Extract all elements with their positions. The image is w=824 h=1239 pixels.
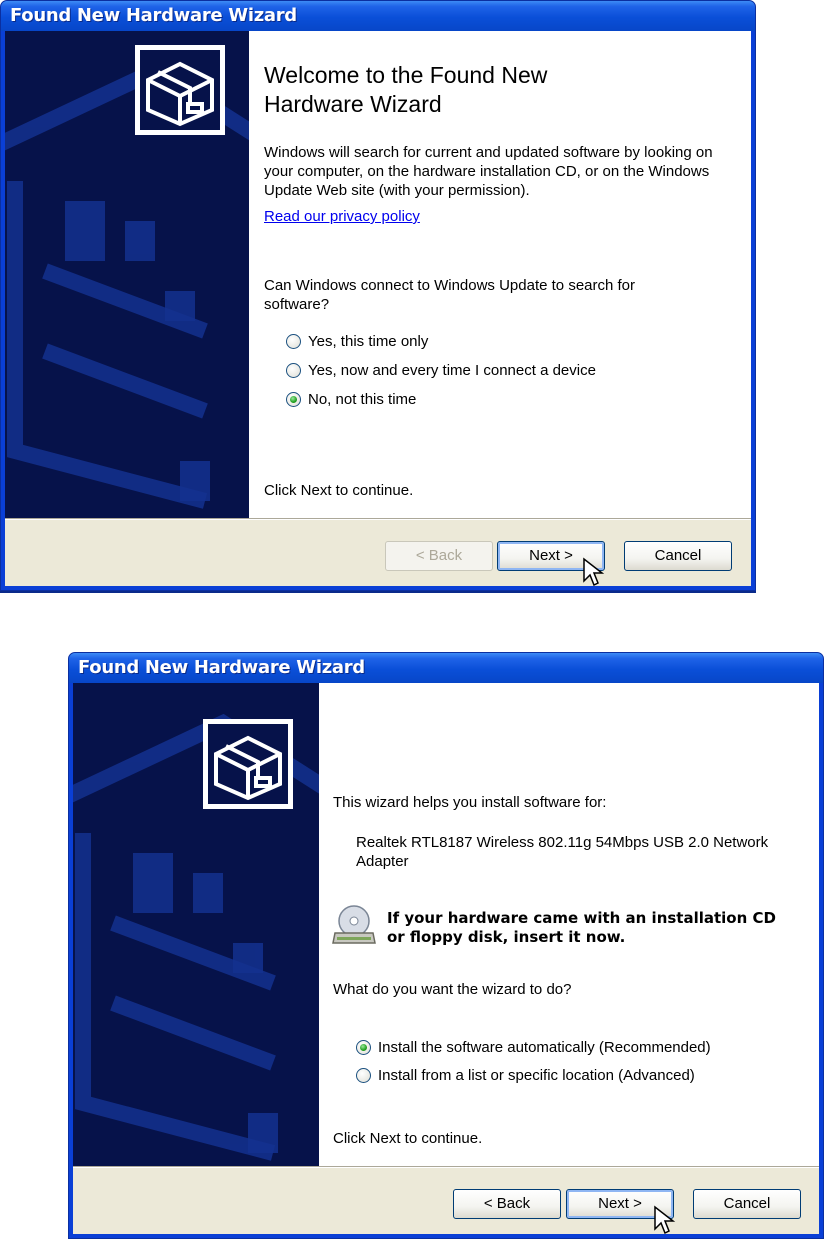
radio-button[interactable] [286, 363, 301, 378]
radio-button[interactable] [286, 334, 301, 349]
wizard-content: Welcome to the Found New Hardware Wizard… [249, 31, 751, 518]
description-text: Windows will search for current and upda… [264, 144, 713, 199]
hardware-icon [203, 719, 293, 809]
page-heading: Welcome to the Found New Hardware Wizard [264, 62, 548, 117]
separator-line [0, 591, 756, 593]
radio-button-selected[interactable] [286, 392, 301, 407]
radio-button[interactable] [356, 1068, 371, 1083]
hardware-icon [135, 45, 225, 135]
privacy-policy-link[interactable]: Read our privacy policy [264, 207, 420, 226]
wizard-sidebar-banner [5, 31, 249, 518]
window-title: Found New Hardware Wizard [1, 1, 755, 31]
radio-label: Install the software automatically (Reco… [378, 1039, 711, 1056]
back-button[interactable]: < Back [453, 1189, 561, 1219]
radio-label: Install from a list or specific location… [378, 1067, 695, 1084]
back-button[interactable]: < Back [385, 541, 493, 571]
wizard-button-bar: < Back Next > Cancel [5, 518, 751, 587]
mouse-cursor-icon [583, 557, 605, 587]
radio-button-selected[interactable] [356, 1040, 371, 1055]
mouse-cursor-icon [654, 1205, 676, 1235]
wizard-client-area: Welcome to the Found New Hardware Wizard… [5, 31, 751, 587]
intro-text: This wizard helps you install software f… [333, 794, 607, 811]
radio-label: Yes, this time only [308, 333, 429, 350]
cancel-button[interactable]: Cancel [624, 541, 732, 571]
device-name: Realtek RTL8187 Wireless 802.11g 54Mbps … [356, 834, 769, 870]
radio-label: No, not this time [308, 391, 417, 408]
wizard-content: This wizard helps you install software f… [319, 683, 819, 1166]
continue-instruction: Click Next to continue. [333, 1130, 483, 1147]
wizard-button-bar: < Back Next > Cancel [73, 1166, 819, 1235]
wizard-window-install: Found New Hardware Wizard This wizard he… [68, 652, 824, 1239]
cd-drive-icon [332, 905, 376, 944]
radio-label: Yes, now and every time I connect a devi… [308, 362, 596, 379]
continue-instruction: Click Next to continue. [264, 482, 414, 499]
wizard-question-text: What do you want the wizard to do? [333, 981, 572, 998]
wizard-window-welcome: Found New Hardware Wizard Welcome to the… [0, 0, 756, 591]
window-title: Found New Hardware Wizard [69, 653, 823, 683]
update-question-text: Can Windows connect to Windows Update to… [264, 277, 636, 313]
cd-notice-text: If your hardware came with an installati… [387, 909, 776, 946]
wizard-client-area: This wizard helps you install software f… [73, 683, 819, 1235]
cancel-button[interactable]: Cancel [693, 1189, 801, 1219]
wizard-sidebar-banner [73, 683, 319, 1166]
